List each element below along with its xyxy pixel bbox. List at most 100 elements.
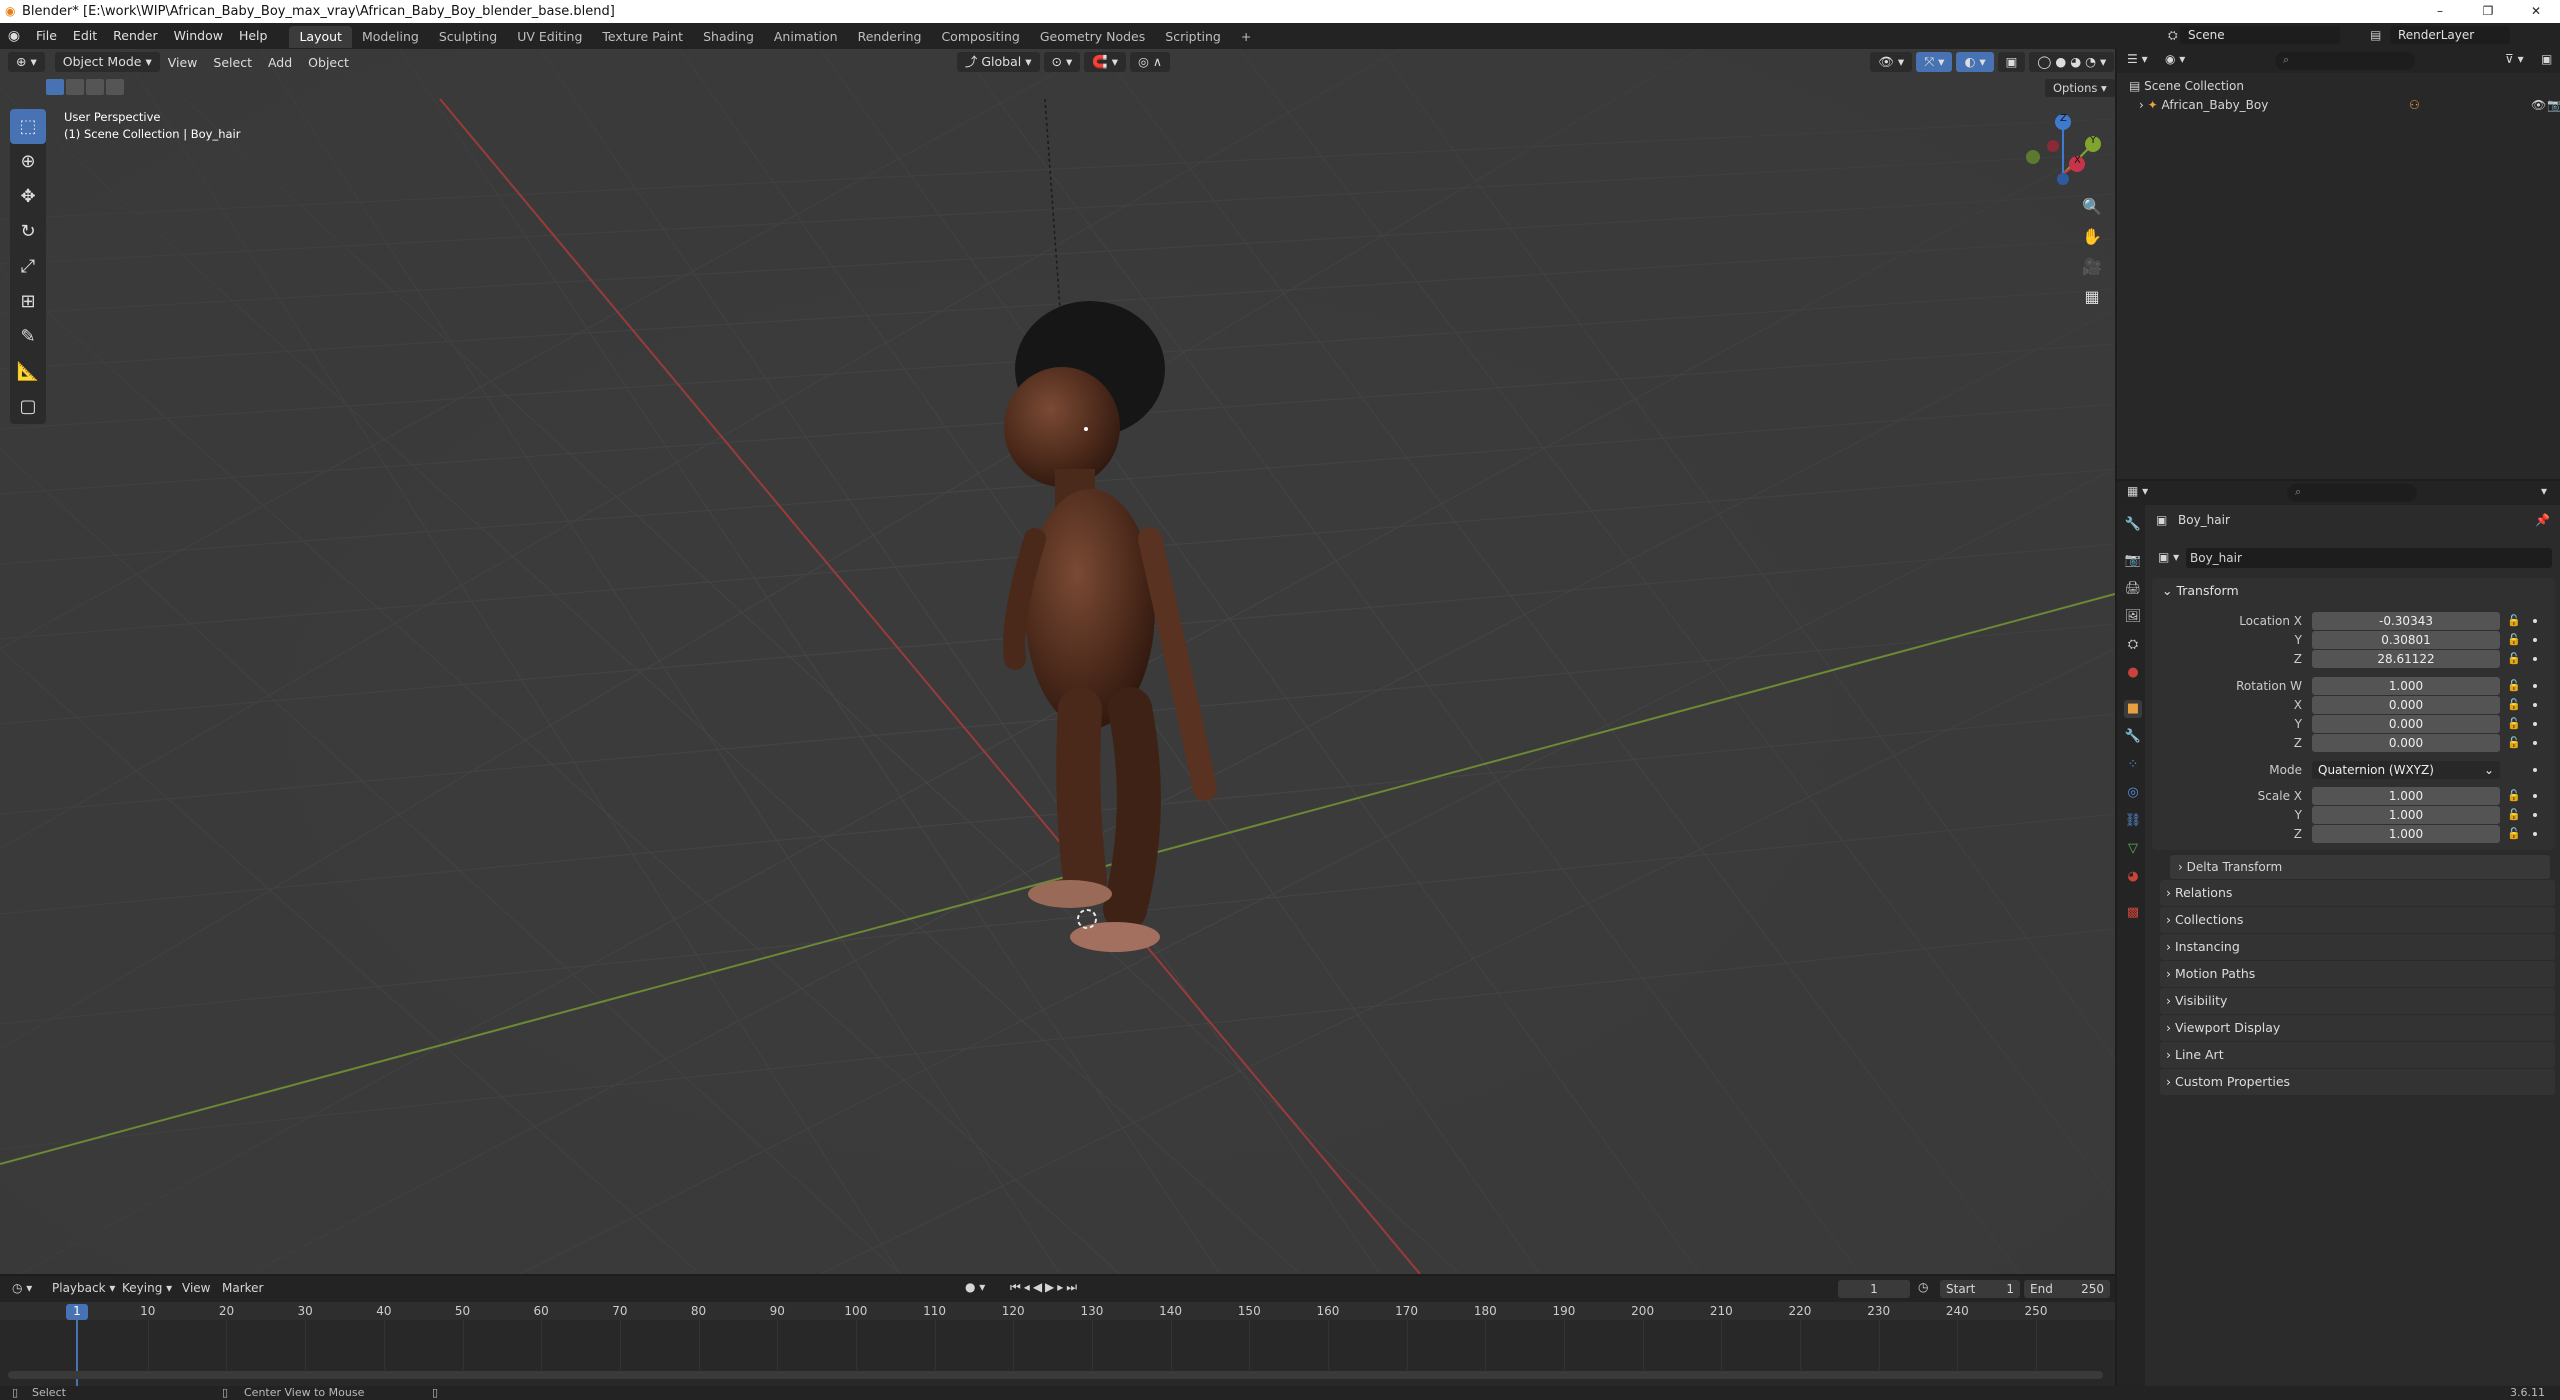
- keyframe-dot[interactable]: [2533, 722, 2537, 726]
- render-tab-icon[interactable]: 📷: [2124, 552, 2142, 570]
- pivot-dropdown[interactable]: ⊙ ▾: [1043, 52, 1081, 72]
- timeline-menu-keying[interactable]: Keying ▾: [122, 1281, 172, 1295]
- keyframe-dot[interactable]: [2533, 619, 2537, 623]
- display-mode-icon[interactable]: ◉ ▾: [2165, 52, 2185, 66]
- outliner-search-input[interactable]: ⌕: [2275, 52, 2415, 70]
- tab-scripting[interactable]: Scripting: [1155, 26, 1231, 48]
- timeline-editor[interactable]: ◷ ▾ Playback ▾ Keying ▾ View Marker ● ▾ …: [0, 1276, 2115, 1386]
- snap-toggle[interactable]: 🧲 ▾: [1084, 52, 1127, 72]
- viewport-menu-select[interactable]: Select: [205, 55, 260, 70]
- menu-edit[interactable]: Edit: [65, 23, 105, 49]
- expand-chevron-icon[interactable]: ›: [2139, 98, 2144, 112]
- add-cube-tool-icon[interactable]: ▢: [10, 389, 46, 424]
- rotation-w-field[interactable]: 1.000: [2312, 677, 2500, 695]
- playback-controls[interactable]: ⏮◂◀▶▸⏭: [1010, 1280, 1080, 1295]
- lock-icon[interactable]: 🔓: [2507, 677, 2521, 695]
- keyframe-dot[interactable]: [2533, 741, 2537, 745]
- rotation-z-field[interactable]: 0.000: [2312, 734, 2500, 752]
- lock-icon[interactable]: 🔓: [2507, 806, 2521, 824]
- texture-tab-icon[interactable]: ▩: [2124, 904, 2142, 922]
- scene-selector[interactable]: Scene: [2180, 26, 2340, 44]
- tab-animation[interactable]: Animation: [764, 26, 848, 48]
- current-frame-field[interactable]: 1: [1838, 1280, 1910, 1298]
- object-data-type-icon[interactable]: ▣ ▾: [2158, 550, 2179, 564]
- view-layer-tab-icon[interactable]: 🖼: [2124, 608, 2142, 626]
- tab-sculpting[interactable]: Sculpting: [429, 26, 507, 48]
- tab-uv-editing[interactable]: UV Editing: [507, 26, 592, 48]
- timeline-menu-marker[interactable]: Marker: [222, 1281, 263, 1295]
- panel-instancing[interactable]: › Instancing: [2160, 934, 2555, 960]
- keyframe-dot[interactable]: [2533, 768, 2537, 772]
- lock-icon[interactable]: 🔓: [2507, 825, 2521, 843]
- delta-transform-subpanel[interactable]: › Delta Transform: [2170, 855, 2550, 879]
- data-tab-icon[interactable]: ▽: [2124, 840, 2142, 858]
- menu-window[interactable]: Window: [166, 23, 231, 49]
- lock-icon[interactable]: 🔓: [2507, 650, 2521, 668]
- pin-icon[interactable]: 📌: [2535, 513, 2550, 527]
- select-invert-icon[interactable]: [106, 79, 124, 95]
- lock-icon[interactable]: 🔓: [2507, 734, 2521, 752]
- viewport-menu-view[interactable]: View: [160, 55, 206, 70]
- select-subtract-icon[interactable]: [86, 79, 104, 95]
- timeline-editor-type-icon[interactable]: ◷ ▾: [12, 1281, 32, 1295]
- lock-icon[interactable]: 🔓: [2507, 787, 2521, 805]
- outliner-item-african-baby-boy[interactable]: › ✦ African_Baby_Boy ⚇ 👁 📷: [2139, 96, 2560, 114]
- record-button[interactable]: ● ▾: [965, 1280, 985, 1294]
- proportional-edit-toggle[interactable]: ◎ ∧: [1130, 52, 1171, 72]
- lock-icon[interactable]: 🔓: [2507, 631, 2521, 649]
- tab-rendering[interactable]: Rendering: [848, 26, 932, 48]
- orientation-dropdown[interactable]: ⤴ Global ▾: [956, 52, 1040, 72]
- rotation-x-field[interactable]: 0.000: [2312, 696, 2500, 714]
- rotate-tool-icon[interactable]: ↻: [10, 214, 46, 249]
- shading-modes[interactable]: ◯ ● ◕ ◔ ▾: [2029, 52, 2115, 72]
- maximize-button[interactable]: ❐: [2464, 0, 2512, 23]
- menu-file[interactable]: File: [28, 23, 65, 49]
- pan-hand-icon[interactable]: ✋: [2077, 221, 2107, 251]
- object-mode-dropdown[interactable]: Object Mode ▾: [54, 52, 160, 72]
- menu-help[interactable]: Help: [231, 23, 276, 49]
- scene-tab-icon[interactable]: ⛭: [2124, 636, 2142, 654]
- annotate-tool-icon[interactable]: ✎: [10, 319, 46, 354]
- location-z-field[interactable]: 28.61122: [2312, 650, 2500, 668]
- world-tab-icon[interactable]: ●: [2124, 664, 2142, 682]
- panel-motion-paths[interactable]: › Motion Paths: [2160, 961, 2555, 987]
- xray-toggle[interactable]: ▣: [1997, 52, 2026, 72]
- panel-collections[interactable]: › Collections: [2160, 907, 2555, 933]
- viewport-menu-object[interactable]: Object: [300, 55, 357, 70]
- timeline-scrollbar[interactable]: [8, 1371, 2103, 1379]
- material-tab-icon[interactable]: ◕: [2124, 868, 2142, 886]
- select-box-tool-icon[interactable]: ⬚: [10, 109, 46, 144]
- cursor-tool-icon[interactable]: ⊕: [10, 144, 46, 179]
- close-button[interactable]: ✕: [2512, 0, 2560, 23]
- gizmo-toggle[interactable]: ⤧ ▾: [1916, 52, 1953, 72]
- panel-relations[interactable]: › Relations: [2160, 880, 2555, 906]
- tab-modeling[interactable]: Modeling: [352, 26, 429, 48]
- scale-z-field[interactable]: 1.000: [2312, 825, 2500, 843]
- preview-range-icon[interactable]: ◷: [1918, 1280, 1928, 1294]
- tab-compositing[interactable]: Compositing: [931, 26, 1029, 48]
- tab-shading[interactable]: Shading: [693, 26, 764, 48]
- modifier-tab-icon[interactable]: 🔧: [2124, 728, 2142, 746]
- transform-panel-header[interactable]: ⌄ Transform: [2162, 583, 2239, 598]
- object-tab-icon[interactable]: ■: [2124, 700, 2142, 718]
- options-dropdown[interactable]: Options ▾: [2045, 79, 2115, 97]
- keyframe-dot[interactable]: [2533, 794, 2537, 798]
- tab-layout[interactable]: Layout: [289, 26, 352, 48]
- filter-icon[interactable]: ⊽ ▾: [2505, 52, 2524, 66]
- 3d-viewport[interactable]: Z Y X ⊕ ▾ Object Mode ▾ View Select Add …: [0, 49, 2115, 1274]
- select-new-icon[interactable]: [46, 79, 64, 95]
- object-name-field[interactable]: Boy_hair: [2186, 548, 2552, 568]
- move-tool-icon[interactable]: ✥: [10, 179, 46, 214]
- rotation-y-field[interactable]: 0.000: [2312, 715, 2500, 733]
- add-workspace-button[interactable]: +: [1231, 26, 1261, 48]
- render-camera-icon[interactable]: 📷: [2547, 96, 2560, 114]
- view-layer-selector[interactable]: RenderLayer: [2390, 26, 2510, 44]
- output-tab-icon[interactable]: 🖨: [2124, 580, 2142, 598]
- timeline-menu-playback[interactable]: Playback ▾: [52, 1281, 115, 1295]
- properties-editor-type-icon[interactable]: ▦ ▾: [2127, 484, 2148, 498]
- camera-view-icon[interactable]: 🎥: [2077, 251, 2107, 281]
- visibility-eye-icon[interactable]: 👁: [2531, 96, 2546, 114]
- select-extend-icon[interactable]: [66, 79, 84, 95]
- keyframe-dot[interactable]: [2533, 638, 2537, 642]
- keyframe-dot[interactable]: [2533, 657, 2537, 661]
